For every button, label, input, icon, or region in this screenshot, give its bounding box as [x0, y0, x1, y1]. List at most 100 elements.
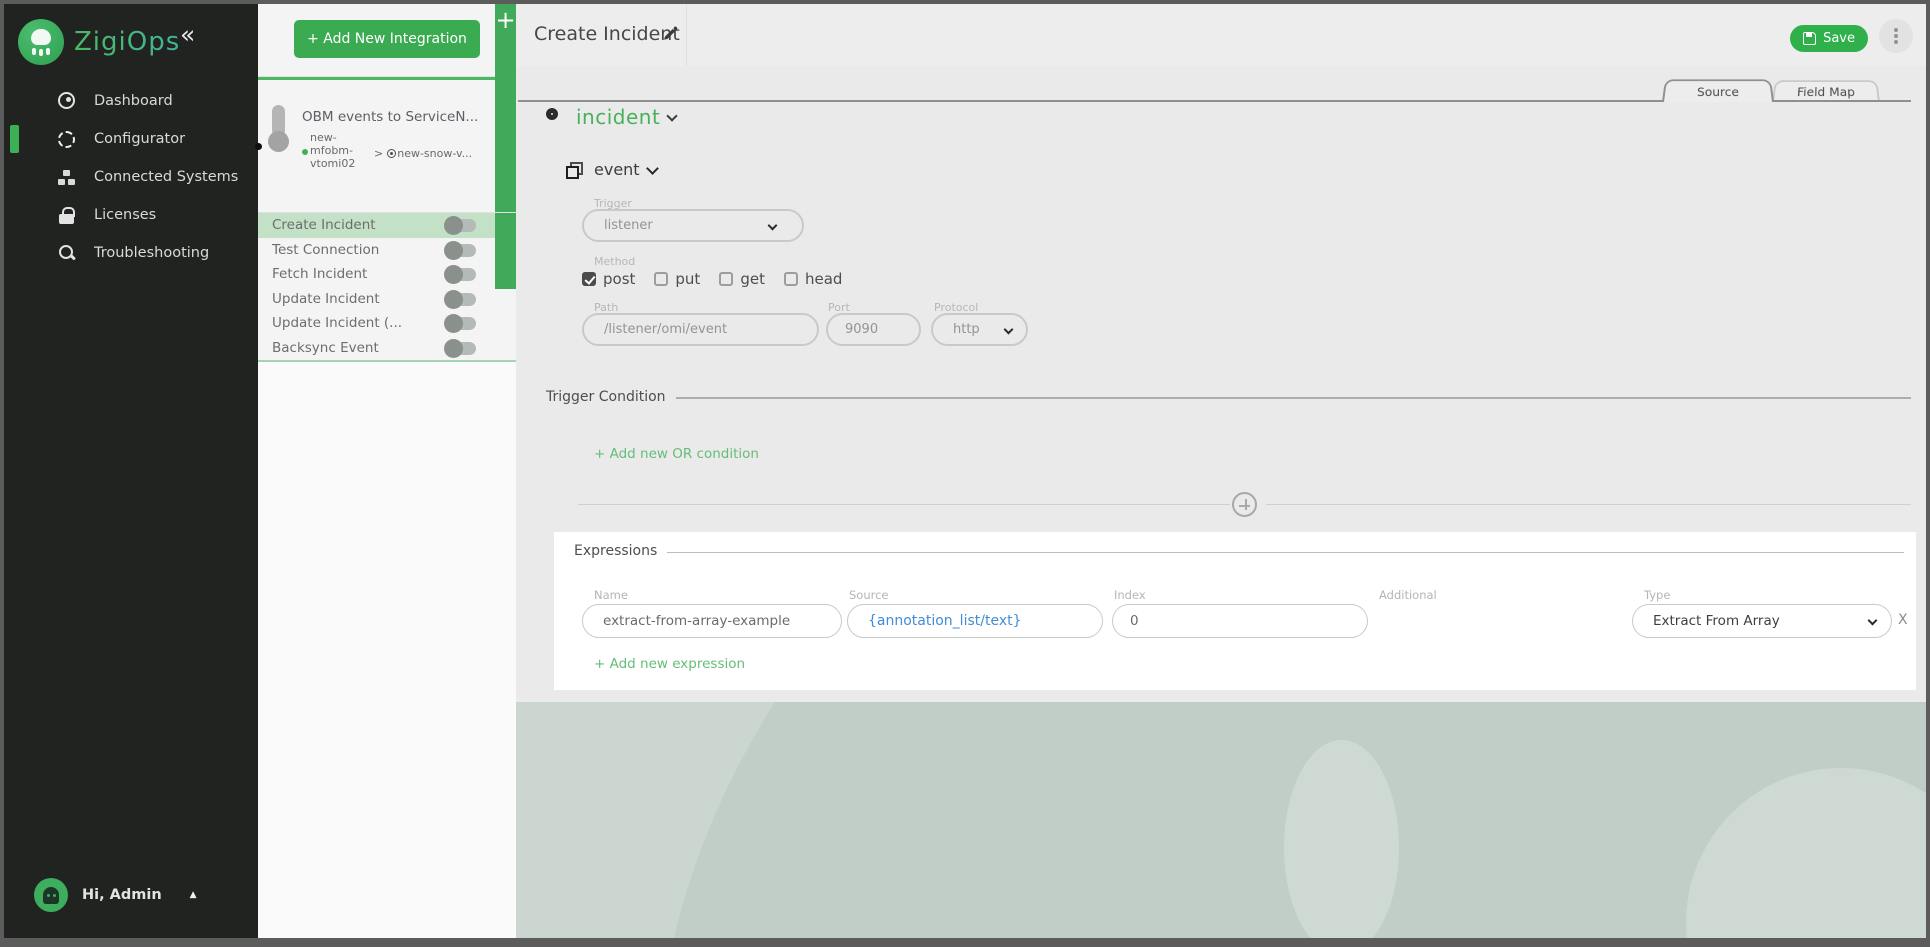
card-top-border: [258, 77, 516, 80]
gear-icon: [58, 131, 75, 148]
tab-field-map[interactable]: Field Map: [1772, 80, 1880, 102]
event-icon: [566, 162, 583, 179]
top-bar: Create Incident Save: [516, 4, 1926, 66]
tab-label: Field Map: [1797, 85, 1856, 99]
add-action-plus-icon[interactable]: +: [495, 6, 516, 34]
main-area: Create Incident Save Field Map Source in…: [516, 4, 1926, 938]
action-label: Update Incident (...: [272, 315, 402, 331]
chevron-down-icon: [768, 221, 778, 231]
method-put[interactable]: put: [654, 270, 700, 288]
sitemap-icon: [58, 169, 78, 186]
panel-lower-area: [258, 362, 516, 938]
toggle-test-connection[interactable]: [446, 244, 476, 257]
method-post[interactable]: post: [582, 270, 635, 288]
expression-type-select[interactable]: Extract From Array: [1632, 604, 1892, 638]
sidebar-item-configurator[interactable]: Configurator: [4, 120, 258, 158]
selected-marker: [255, 143, 262, 150]
sidebar-item-label: Configurator: [94, 131, 185, 147]
chevron-down-icon: [1004, 325, 1014, 335]
method-option-label: post: [603, 270, 635, 288]
target-system-label: new-snow-v...: [397, 147, 472, 160]
lock-icon: [58, 206, 78, 224]
action-create-incident[interactable]: Create Incident: [258, 213, 495, 238]
sidebar-nav: Dashboard Configurator Connected Systems…: [4, 82, 258, 272]
search-icon: [58, 244, 78, 262]
action-label: Backsync Event: [272, 340, 379, 356]
expression-type-value: Extract From Array: [1653, 613, 1780, 629]
divider: [578, 504, 1230, 505]
trigger-condition-title: Trigger Condition: [546, 389, 666, 405]
trigger-select[interactable]: listener: [582, 209, 804, 242]
action-backsync-event[interactable]: Backsync Event: [258, 336, 495, 361]
avatar: [34, 878, 68, 912]
sidebar-item-dashboard[interactable]: Dashboard: [4, 82, 258, 120]
source-column-label: Source: [849, 588, 889, 602]
method-get[interactable]: get: [719, 270, 765, 288]
sidebar-item-licenses[interactable]: Licenses: [4, 196, 258, 234]
protocol-value: http: [953, 322, 980, 337]
integration-panel: + Add New Integration OBM events to Serv…: [258, 4, 516, 938]
method-option-label: head: [805, 270, 842, 288]
entity-dropdown[interactable]: incident: [576, 105, 660, 129]
sidebar-collapse-icon[interactable]: «: [180, 20, 195, 49]
save-label: Save: [1823, 31, 1855, 46]
kebab-menu-icon[interactable]: [1879, 19, 1913, 53]
name-column-label: Name: [594, 588, 628, 602]
remove-expression-button[interactable]: X: [1898, 612, 1908, 628]
gauge-icon: [58, 92, 75, 109]
expression-name-input[interactable]: [582, 604, 842, 638]
type-column-label: Type: [1644, 588, 1670, 602]
sidebar: ZigiOps « Dashboard Configurator Connect…: [4, 4, 258, 938]
bullseye-icon: [387, 149, 396, 158]
action-list: Create Incident Test Connection Fetch In…: [258, 213, 495, 360]
checkbox-put[interactable]: [654, 272, 668, 286]
action-fetch-incident[interactable]: Fetch Incident: [258, 262, 495, 287]
app-window: ZigiOps « Dashboard Configurator Connect…: [0, 0, 1930, 947]
method-options: post put get head: [582, 270, 842, 288]
expression-source-input[interactable]: [847, 604, 1103, 638]
port-input[interactable]: [826, 313, 921, 346]
sidebar-item-connected-systems[interactable]: Connected Systems: [4, 158, 258, 196]
expressions-rule: [656, 552, 1904, 553]
expression-index-input[interactable]: [1112, 604, 1368, 638]
user-menu[interactable]: Hi, Admin ▲: [34, 878, 197, 912]
save-button[interactable]: Save: [1790, 25, 1868, 52]
action-label: Create Incident: [272, 217, 376, 233]
checkbox-head[interactable]: [784, 272, 798, 286]
page-title: Create Incident: [534, 23, 680, 45]
toggle-backsync-event[interactable]: [446, 342, 476, 355]
tab-source[interactable]: Source: [1662, 79, 1774, 102]
index-column-label: Index: [1114, 588, 1146, 602]
event-section-toggle[interactable]: event: [594, 160, 640, 179]
caret-up-icon[interactable]: ▲: [190, 890, 197, 900]
sidebar-item-label: Troubleshooting: [94, 245, 209, 261]
chevron-down-icon[interactable]: [646, 162, 659, 175]
add-new-integration-button[interactable]: + Add New Integration: [294, 20, 480, 58]
path-input[interactable]: [582, 313, 819, 346]
method-option-label: get: [740, 270, 765, 288]
sidebar-item-troubleshooting[interactable]: Troubleshooting: [4, 234, 258, 272]
trigger-condition-rule: [676, 397, 1911, 399]
pencil-icon[interactable]: [662, 26, 678, 42]
toggle-fetch-incident[interactable]: [446, 268, 476, 281]
integration-title: OBM events to ServiceN...: [302, 109, 478, 125]
method-option-label: put: [675, 270, 700, 288]
add-or-condition-link[interactable]: + Add new OR condition: [594, 446, 759, 462]
toggle-update-incident[interactable]: [446, 293, 476, 306]
checkbox-get[interactable]: [719, 272, 733, 286]
toggle-create-incident[interactable]: [446, 219, 476, 232]
protocol-select[interactable]: http: [931, 313, 1028, 346]
add-section-plus-icon[interactable]: [1232, 492, 1257, 517]
action-update-incident-2[interactable]: Update Incident (...: [258, 311, 495, 336]
chevron-down-icon[interactable]: [666, 110, 677, 121]
user-greeting: Hi, Admin: [82, 887, 162, 903]
action-update-incident[interactable]: Update Incident: [258, 287, 495, 312]
checkbox-post[interactable]: [582, 272, 596, 286]
action-test-connection[interactable]: Test Connection: [258, 238, 495, 263]
action-label: Test Connection: [272, 242, 379, 258]
toggle-update-incident-2[interactable]: [446, 317, 476, 330]
method-head[interactable]: head: [784, 270, 842, 288]
add-expression-link[interactable]: + Add new expression: [594, 656, 745, 672]
thermometer-icon: [272, 105, 285, 137]
integration-card[interactable]: OBM events to ServiceN... new-mfobm-vtom…: [258, 77, 516, 212]
